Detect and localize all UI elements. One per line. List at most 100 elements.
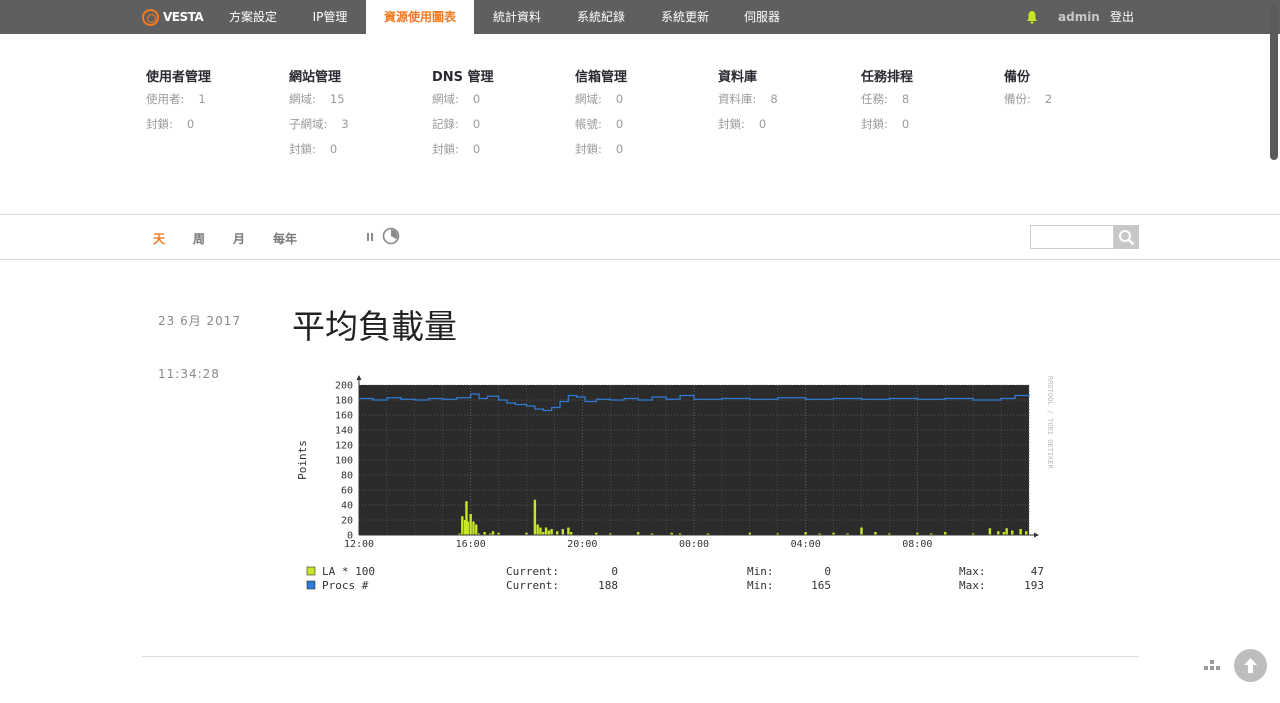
nav-item-updates[interactable]: 系統更新 [644, 0, 726, 34]
stat-label: 封鎖: [718, 117, 745, 131]
stat-value: 0 [758, 117, 767, 131]
stat-row: 備份: 2 [1004, 91, 1144, 109]
y-axis-arrow [356, 375, 362, 380]
search-icon [1119, 229, 1135, 245]
y-axis-label: Points [296, 440, 309, 480]
x-tick-label: 08:00 [902, 539, 932, 550]
graph-time: 11:34:28 [158, 367, 220, 381]
pause-icon[interactable] [366, 233, 374, 242]
nav-item-logs[interactable]: 系統紀錄 [560, 0, 642, 34]
y-tick-label: 200 [335, 381, 353, 392]
stat-value: 8 [770, 92, 778, 106]
stat-label: 網域: [575, 92, 602, 106]
x-tick-label: 16:00 [456, 539, 486, 550]
la-bar [988, 528, 992, 535]
timer-icon[interactable] [382, 227, 400, 245]
x-tick-label: 04:00 [791, 539, 821, 550]
stat-row: 任務: 8 [861, 91, 1001, 109]
stat-label: 封鎖: [146, 117, 173, 131]
la-bar [533, 499, 537, 535]
nav-item-server[interactable]: 伺服器 [728, 0, 796, 34]
stat-label: 封鎖: [861, 117, 888, 131]
vesta-logo[interactable]: VESTA [142, 8, 204, 26]
stat-value: 0 [472, 92, 481, 106]
legend-current-value: 188 [598, 579, 618, 592]
logo-icon [142, 8, 159, 26]
stat-row: 網域: 0 [575, 91, 715, 109]
nav-item-graphs[interactable]: 資源使用圖表 [366, 0, 474, 34]
stat-label: 任務: [861, 92, 888, 106]
stat-group-6: 備份備份: 2 [1004, 66, 1144, 109]
x-tick-label: 20:00 [567, 539, 597, 550]
search-input[interactable] [1030, 225, 1114, 249]
la-bar [472, 521, 475, 535]
stat-group-title[interactable]: 資料庫 [718, 66, 858, 85]
stat-row: 資料庫: 8 [718, 91, 858, 109]
stat-group-title[interactable]: 使用者管理 [146, 66, 286, 85]
shortcuts-icon[interactable] [1204, 660, 1220, 672]
stat-row: 封鎖: 0 [575, 141, 715, 159]
stat-row: 網域: 15 [289, 91, 429, 109]
legend-max-value: 193 [1024, 579, 1044, 592]
legend-swatch [306, 566, 316, 576]
stat-label: 記錄: [432, 117, 459, 131]
user-link[interactable]: admin [1058, 0, 1100, 34]
nav-item-ip[interactable]: IP管理 [296, 0, 364, 34]
stat-value: 3 [341, 117, 349, 131]
period-day[interactable]: 天 [153, 230, 165, 247]
stat-group-title[interactable]: 信箱管理 [575, 66, 715, 85]
la-bar [1019, 529, 1022, 535]
stat-row: 封鎖: 0 [861, 116, 1001, 134]
x-tick-label: 12:00 [344, 539, 374, 550]
top-nav: VESTA 方案設定 IP管理 資源使用圖表 統計資料 系統紀錄 系統更新 伺服… [0, 0, 1280, 34]
stat-row: 記錄: 0 [432, 116, 572, 134]
stat-value: 0 [472, 142, 481, 156]
stat-row: 封鎖: 0 [432, 141, 572, 159]
legend-current-label: Current: [506, 579, 559, 592]
stat-value: 0 [329, 142, 338, 156]
page-scrollbar[interactable] [1270, 4, 1278, 160]
search-button[interactable] [1114, 225, 1139, 249]
la-bar [466, 521, 470, 535]
period-week[interactable]: 周 [193, 230, 205, 247]
la-bar [475, 524, 478, 535]
stat-value: 0 [472, 117, 481, 131]
y-tick-label: 140 [335, 426, 353, 437]
stat-group-title[interactable]: DNS 管理 [432, 66, 572, 85]
la-bar [556, 531, 559, 535]
legend-max-label: Max: [959, 565, 986, 578]
chart-watermark: RRDTOOL / TOBI OETIKER [1046, 376, 1054, 470]
scroll-top-button[interactable] [1234, 649, 1267, 682]
y-tick-label: 160 [335, 411, 353, 422]
stat-group-title[interactable]: 備份 [1004, 66, 1144, 85]
period-month[interactable]: 月 [233, 230, 245, 247]
bell-icon[interactable] [1026, 10, 1038, 24]
y-tick-label: 120 [335, 441, 353, 452]
la-bar [1025, 531, 1028, 535]
la-bar [491, 531, 495, 535]
legend-series-name: LA * 100 [322, 565, 375, 578]
legend-min-label: Min: [747, 565, 774, 578]
stat-group-5: 任務排程任務: 8 封鎖: 0 [861, 66, 1001, 134]
stat-label: 封鎖: [289, 142, 316, 156]
x-tick-label: 00:00 [679, 539, 709, 550]
stat-value: 0 [615, 117, 624, 131]
y-tick-label: 20 [341, 516, 353, 527]
period-year[interactable]: 每年 [273, 230, 297, 247]
y-tick-label: 80 [341, 471, 353, 482]
stat-value: 0 [186, 117, 195, 131]
legend-max-label: Max: [959, 579, 986, 592]
logout-link[interactable]: 登出 [1110, 0, 1134, 34]
y-tick-label: 40 [341, 501, 353, 512]
stat-value: 0 [615, 142, 624, 156]
la-bar [567, 527, 570, 535]
graph-title: 平均負載量 [292, 307, 457, 346]
stat-group-title[interactable]: 網站管理 [289, 66, 429, 85]
la-bar [561, 529, 564, 535]
la-bar [469, 514, 472, 535]
stat-group-2: DNS 管理 網域: 0 記錄: 0 封鎖: 0 [432, 66, 572, 159]
nav-item-plans[interactable]: 方案設定 [212, 0, 294, 34]
la-bar [539, 527, 542, 535]
stat-group-title[interactable]: 任務排程 [861, 66, 1001, 85]
nav-item-stats[interactable]: 統計資料 [476, 0, 558, 34]
